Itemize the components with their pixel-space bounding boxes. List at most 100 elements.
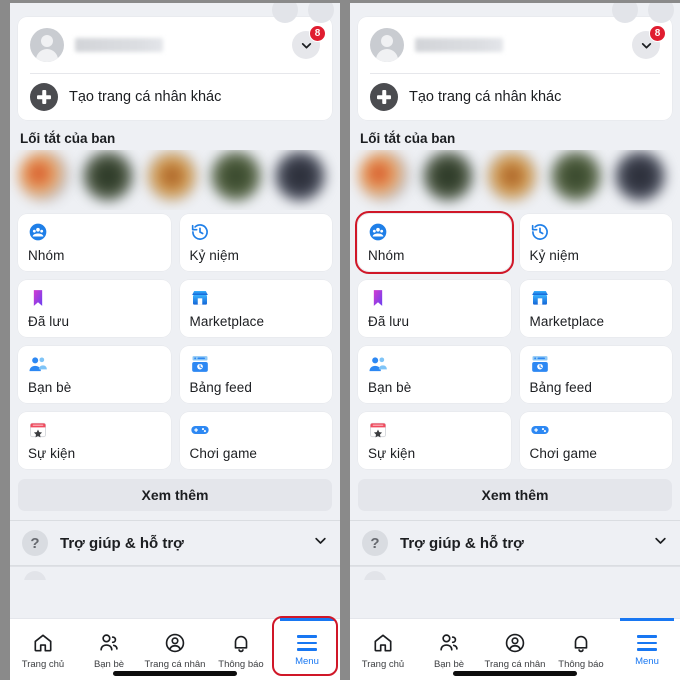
menu-tile-saved[interactable]: Đã lưu [358,280,511,337]
menu-tile-saved[interactable]: Đã lưu [18,280,171,337]
menu-tile-events[interactable]: Sự kiện [18,412,171,469]
menu-tile-friends[interactable]: Bạn bè [358,346,511,403]
nav-label: Bạn bè [93,659,125,670]
shortcut-item[interactable] [550,150,602,202]
bottom-navigation: Trang chủ Bạn bè Trang cá nhân Thông báo… [10,616,340,680]
left-phone-panel: 8 Tạo trang cá nhân khác Lối tắt của ban [10,0,340,680]
cutoff-circle-icon [272,3,298,23]
chevron-down-icon[interactable] [653,533,668,553]
menu-grid: Nhóm Kỷ niệm Đã lưu Marketplace Bạn bè B… [355,211,672,469]
screenshot-stage: 8 Tạo trang cá nhân khác Lối tắt của ban [0,0,680,680]
profile-name-redacted [75,38,163,52]
shortcut-item[interactable] [486,150,538,202]
menu-tile-label: Nhóm [28,248,65,263]
menu-tile-label: Kỷ niệm [529,248,579,263]
groups-icon [368,222,388,242]
profile-switcher[interactable]: 8 [292,25,326,59]
nav-label: Trang cá nhân [484,659,546,670]
profile-card: 8 Tạo trang cá nhân khác [358,17,672,120]
menu-tile-feeds[interactable]: Bảng feed [519,346,672,403]
home-icon [34,634,52,652]
partial-next-row [10,566,340,580]
create-another-profile-row[interactable]: Tạo trang cá nhân khác [358,74,672,120]
shortcuts-row [350,150,680,210]
panel-divider-gutter [340,0,350,680]
menu-tile-events[interactable]: Sự kiện [358,412,511,469]
feeds-icon [530,354,550,374]
bottom-navigation: Trang chủ Bạn bè Trang cá nhân Thông báo… [350,618,680,680]
nav-item-home[interactable]: Trang chủ [350,619,416,680]
bell-icon [234,635,248,653]
question-mark-icon: ? [362,530,388,556]
menu-tile-memories[interactable]: Kỷ niệm [179,214,332,271]
nav-label: Menu [635,655,659,667]
menu-grid: Nhóm Kỷ niệm Đã lưu Marketplace Bạn bè B… [18,214,332,469]
saved-bookmark-icon [368,288,388,308]
menu-tile-memories[interactable]: Kỷ niệm [519,214,672,271]
plus-circle-icon [370,83,398,111]
see-more-wrap: Xem thêm [10,469,340,520]
gaming-controller-icon [530,420,550,440]
nav-item-menu[interactable]: Menu [274,618,340,680]
menu-tile-gaming[interactable]: Chơi game [519,412,672,469]
shortcut-item[interactable] [82,150,134,202]
shortcut-item[interactable] [614,150,666,202]
avatar [370,28,404,62]
partial-next-row [350,566,680,580]
cutoff-circle-icon [648,3,674,23]
profile-icon [165,633,185,653]
see-more-button[interactable]: Xem thêm [358,479,672,511]
friends-icon [100,634,118,651]
shortcut-item[interactable] [422,150,474,202]
shortcut-item[interactable] [146,150,198,202]
menu-tile-label: Sự kiện [28,446,76,461]
nav-item-home[interactable]: Trang chủ [10,619,76,680]
question-mark-icon: ? [22,530,48,556]
menu-tile-feeds[interactable]: Bảng feed [179,346,332,403]
profile-icon [505,633,525,653]
profile-switcher[interactable]: 8 [632,25,666,59]
menu-tile-label: Đã lưu [368,314,410,329]
cutoff-circle-icon [612,3,638,23]
help-and-support-row[interactable]: ? Trợ giúp & hỗ trợ [10,521,340,565]
menu-tile-friends[interactable]: Bạn bè [18,346,171,403]
nav-label: Bạn bè [433,659,465,670]
shortcut-item[interactable] [18,150,70,202]
menu-tile-marketplace[interactable]: Marketplace [519,280,672,337]
home-indicator [113,671,237,676]
feeds-icon [190,354,210,374]
shortcut-item[interactable] [210,150,262,202]
nav-label: Menu [295,655,319,667]
menu-tile-groups[interactable]: Nhóm [355,211,514,274]
cutoff-circle-icon [308,3,334,23]
shortcut-item[interactable] [274,150,326,202]
friends-icon [28,354,48,374]
menu-tile-label: Chơi game [529,446,598,461]
shortcut-item[interactable] [358,150,410,202]
profile-row[interactable]: 8 [18,17,332,73]
marketplace-storefront-icon [530,288,550,308]
home-icon [374,634,392,652]
nav-label: Thông báo [218,659,264,670]
profile-row[interactable]: 8 [358,17,672,73]
left-gutter [0,0,10,680]
cutoff-icons-row [272,3,334,23]
nav-item-menu[interactable]: Menu [614,618,680,680]
help-and-support-row[interactable]: ? Trợ giúp & hỗ trợ [350,521,680,565]
nav-label: Trang chủ [361,659,405,670]
see-more-button[interactable]: Xem thêm [18,479,332,511]
menu-tile-gaming[interactable]: Chơi game [179,412,332,469]
chevron-down-icon[interactable] [313,533,328,553]
menu-tile-label: Chơi game [189,446,258,461]
menu-tile-groups[interactable]: Nhóm [18,214,171,271]
friends-icon [440,634,458,651]
create-another-profile-row[interactable]: Tạo trang cá nhân khác [18,74,332,120]
menu-tile-label: Marketplace [529,314,605,329]
help-and-support-label: Trợ giúp & hỗ trợ [60,534,184,552]
menu-grid-wrap: Nhóm Kỷ niệm Đã lưu Marketplace Bạn bè B… [350,210,680,469]
menu-tile-marketplace[interactable]: Marketplace [179,280,332,337]
menu-tile-label: Đã lưu [28,314,70,329]
avatar [30,28,64,62]
partial-row-icon [364,571,386,580]
